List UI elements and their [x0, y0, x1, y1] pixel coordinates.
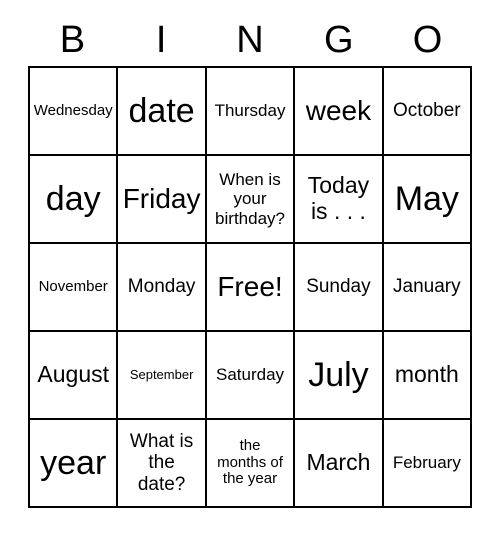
bingo-cell[interactable]: July: [295, 332, 384, 420]
bingo-cell-label: Monday: [127, 276, 196, 298]
bingo-cell-label: Friday: [122, 183, 201, 215]
bingo-cell[interactable]: What is the date?: [118, 420, 207, 508]
bingo-cell[interactable]: Friday: [118, 156, 207, 244]
bingo-row: day Friday When is your birthday? Today …: [30, 156, 473, 244]
bingo-cell-label: month: [394, 361, 459, 388]
bingo-cell-label: Free!: [217, 271, 283, 303]
bingo-cell-label: March: [306, 449, 371, 476]
bingo-row: Wednesday date Thursday week October: [30, 68, 473, 156]
bingo-cell-label: year: [40, 443, 107, 482]
bingo-header-letter-i: I: [155, 19, 167, 61]
bingo-cell-label: Today is . . .: [307, 172, 370, 224]
bingo-cell-label: November: [38, 277, 108, 295]
bingo-cell-label: January: [393, 276, 461, 298]
bingo-cell[interactable]: date: [118, 68, 207, 156]
bingo-cell[interactable]: When is your birthday?: [206, 156, 296, 244]
bingo-cell[interactable]: week: [295, 68, 384, 156]
bingo-cell[interactable]: May: [383, 156, 473, 244]
bingo-cell-label: Thursday: [214, 101, 286, 121]
bingo-cell-label: August: [37, 361, 109, 388]
bingo-header-letter-o: O: [412, 19, 443, 61]
bingo-cell[interactable]: year: [30, 420, 119, 508]
bingo-card: B I N G O Wednesday date Thursday week O…: [28, 14, 473, 508]
bingo-cell-label: Sunday: [306, 276, 371, 298]
bingo-cell[interactable]: Monday: [118, 244, 207, 332]
bingo-cell-free[interactable]: Free!: [206, 244, 296, 332]
bingo-cell[interactable]: the months of the year: [206, 420, 296, 508]
bingo-grid: Wednesday date Thursday week October day…: [28, 66, 473, 508]
bingo-cell[interactable]: Saturday: [206, 332, 296, 420]
bingo-row: November Monday Free! Sunday January: [30, 244, 473, 332]
bingo-cell[interactable]: day: [30, 156, 119, 244]
bingo-cell-label: date: [128, 91, 195, 130]
bingo-cell-label: October: [393, 100, 461, 122]
bingo-cell[interactable]: Today is . . .: [295, 156, 384, 244]
bingo-cell-label: September: [129, 366, 194, 382]
bingo-cell[interactable]: Thursday: [206, 68, 296, 156]
bingo-row: year What is the date? the months of the…: [30, 420, 473, 508]
bingo-header-letter-n: N: [236, 19, 264, 61]
bingo-cell[interactable]: August: [30, 332, 119, 420]
bingo-header-letter-b: B: [59, 19, 86, 61]
bingo-cell-label: What is the date?: [129, 431, 194, 495]
bingo-cell-label: July: [308, 355, 369, 394]
bingo-cell-label: Wednesday: [33, 101, 113, 119]
bingo-cell[interactable]: February: [383, 420, 473, 508]
bingo-cell-label: When is your birthday?: [215, 170, 285, 228]
bingo-header-row: B I N G O: [28, 14, 472, 66]
bingo-cell[interactable]: November: [30, 244, 119, 332]
bingo-cell-label: February: [392, 453, 461, 473]
bingo-row: August September Saturday July month: [30, 332, 473, 420]
bingo-header-letter-g: G: [324, 19, 354, 61]
bingo-cell[interactable]: October: [383, 68, 473, 156]
bingo-cell[interactable]: September: [118, 332, 207, 420]
bingo-cell-label: the months of the year: [217, 436, 283, 488]
bingo-cell-label: week: [305, 95, 372, 127]
bingo-cell-label: day: [45, 179, 101, 218]
bingo-cell[interactable]: Wednesday: [30, 68, 119, 156]
bingo-cell-label: May: [394, 179, 459, 218]
bingo-cell[interactable]: March: [295, 420, 384, 508]
bingo-cell-label: Saturday: [215, 365, 285, 385]
bingo-cell[interactable]: January: [383, 244, 473, 332]
bingo-cell[interactable]: month: [383, 332, 473, 420]
bingo-cell[interactable]: Sunday: [295, 244, 384, 332]
